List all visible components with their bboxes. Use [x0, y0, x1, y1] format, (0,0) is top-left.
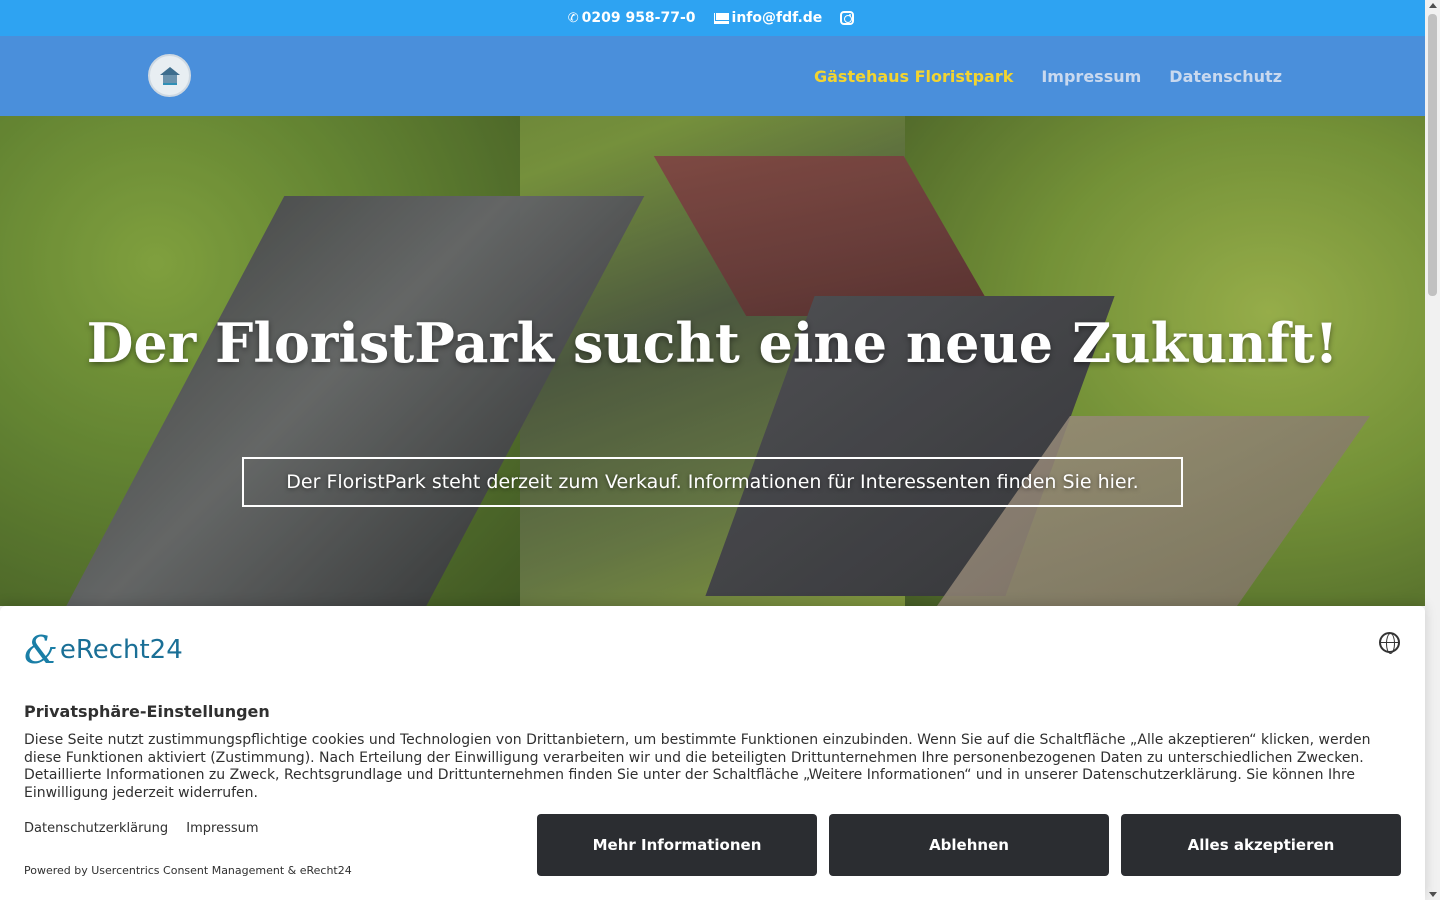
phone-link[interactable]: ✆ 0209 958-77-0: [568, 10, 696, 26]
instagram-link[interactable]: [840, 11, 857, 25]
hero-cta-button[interactable]: Der FloristPark steht derzeit zum Verkau…: [242, 457, 1183, 507]
powered-by-text: Powered by Usercentrics Consent Manageme…: [24, 864, 352, 877]
deny-button[interactable]: Ablehnen: [829, 814, 1109, 876]
main-menu: Gästehaus Floristpark Impressum Datensch…: [786, 36, 1282, 116]
accept-all-button[interactable]: Alles akzeptieren: [1121, 814, 1401, 876]
consent-title: Privatsphäre-Einstellungen: [24, 702, 270, 721]
erecht24-logo-mark: &: [24, 628, 58, 672]
erecht24-logo-text: eRecht24: [59, 635, 183, 665]
hero-title: Der FloristPark sucht eine neue Zukunft!: [86, 311, 1339, 375]
house-logo-icon: [159, 66, 181, 85]
page-scrollbar[interactable]: [1425, 0, 1440, 900]
cookie-consent-banner: & eRecht24 Privatsphäre-Einstellungen Di…: [0, 606, 1425, 900]
instagram-icon[interactable]: [840, 11, 855, 25]
privacy-policy-link[interactable]: Datenschutzerklärung: [24, 821, 168, 836]
scroll-up-arrow-icon[interactable]: [1429, 3, 1437, 8]
consent-links: Datenschutzerklärung Impressum: [24, 821, 273, 836]
top-info-bar: ✆ 0209 958-77-0 info@fdf.de: [0, 0, 1425, 36]
email-link[interactable]: info@fdf.de: [713, 10, 823, 26]
hero-section: Der FloristPark sucht eine neue Zukunft!…: [0, 116, 1425, 606]
main-navbar: Gästehaus Floristpark Impressum Datensch…: [0, 36, 1425, 116]
mail-icon: [713, 12, 729, 24]
scroll-thumb[interactable]: [1428, 14, 1437, 296]
email-address[interactable]: info@fdf.de: [732, 10, 823, 26]
consent-description: Diese Seite nutzt zustimmungspflichtige …: [24, 732, 1371, 801]
nav-item-gaestehaus[interactable]: Gästehaus Floristpark: [814, 67, 1013, 86]
erecht24-logo: & eRecht24: [24, 630, 183, 670]
site-logo[interactable]: [148, 54, 191, 97]
imprint-link[interactable]: Impressum: [186, 821, 258, 836]
phone-number[interactable]: 0209 958-77-0: [582, 10, 696, 26]
more-info-button[interactable]: Mehr Informationen: [537, 814, 817, 876]
language-globe-icon[interactable]: [1379, 632, 1400, 654]
phone-icon: ✆: [567, 10, 579, 26]
scroll-down-arrow-icon[interactable]: [1429, 892, 1437, 897]
nav-item-datenschutz[interactable]: Datenschutz: [1169, 67, 1282, 86]
nav-item-impressum[interactable]: Impressum: [1041, 67, 1141, 86]
